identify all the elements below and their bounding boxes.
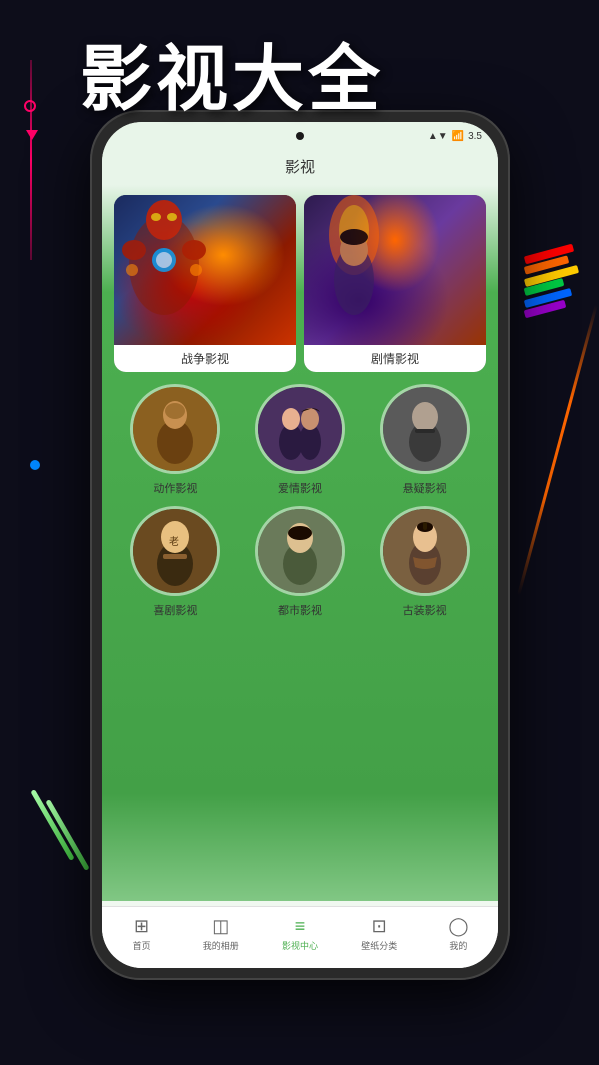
drama-card-label: 剧情影视 [304, 345, 486, 372]
suspense-image [383, 387, 467, 471]
phone-screen: ▲▼ 📶 3.5 影视 [102, 122, 498, 968]
nav-mine[interactable]: ◯ 我的 [419, 916, 498, 952]
city-image [258, 509, 342, 593]
comedy-label: 喜剧影视 [153, 602, 197, 618]
category-ancient[interactable]: 古装影视 [367, 506, 482, 618]
nav-video-center[interactable]: ≡ 影视中心 [260, 916, 339, 952]
signal-icon: ▲▼ [428, 131, 448, 142]
war-card-image [114, 195, 296, 345]
svg-text:老: 老 [169, 535, 179, 548]
category-comedy[interactable]: 老 喜剧影视 [118, 506, 233, 618]
drama-card-image [304, 195, 486, 345]
action-image [133, 387, 217, 471]
video-center-label: 影视中心 [282, 939, 318, 952]
action-label: 动作影视 [153, 480, 197, 496]
wallpaper-label: 壁纸分类 [361, 939, 397, 952]
suspense-label: 悬疑影视 [403, 480, 447, 496]
deco-color-stripes [524, 250, 579, 313]
mine-label: 我的 [449, 939, 467, 952]
romance-label: 爱情影视 [278, 480, 322, 496]
deco-circle-left [24, 100, 36, 112]
deco-dot-left [30, 460, 40, 470]
app-header: 影视 [102, 150, 498, 185]
romance-circle [255, 384, 345, 474]
comedy-circle: 老 [130, 506, 220, 596]
drama-label-text: 剧情影视 [371, 352, 419, 366]
category-romance[interactable]: 爱情影视 [243, 384, 358, 496]
ancient-label: 古装影视 [403, 602, 447, 618]
ironman-figure [114, 195, 296, 345]
wallpaper-icon: ⊡ [372, 916, 387, 937]
album-label: 我的相册 [203, 939, 239, 952]
mine-icon: ◯ [448, 916, 468, 937]
content-area: 战争影视 [102, 185, 498, 901]
deco-line-left [30, 60, 32, 260]
nav-album[interactable]: ◫ 我的相册 [181, 916, 260, 952]
home-icon: ⊞ [134, 916, 149, 937]
city-circle [255, 506, 345, 596]
ancient-image [383, 509, 467, 593]
comedy-image: 老 [133, 509, 217, 593]
deco-triangle [26, 130, 38, 140]
home-label: 首页 [133, 939, 151, 952]
drama-movies-card[interactable]: 剧情影视 [304, 195, 486, 372]
city-label: 都市影视 [278, 602, 322, 618]
romance-image [258, 387, 342, 471]
bottom-nav: ⊞ 首页 ◫ 我的相册 ≡ 影视中心 ⊡ 壁纸分类 ◯ 我的 [102, 906, 498, 968]
category-action[interactable]: 动作影视 [118, 384, 233, 496]
category-city[interactable]: 都市影视 [243, 506, 358, 618]
album-icon: ◫ [212, 916, 229, 937]
aladdin-figure [304, 195, 486, 345]
category-suspense[interactable]: 悬疑影视 [367, 384, 482, 496]
war-movies-card[interactable]: 战争影视 [114, 195, 296, 372]
video-center-icon: ≡ [295, 916, 306, 937]
action-circle [130, 384, 220, 474]
war-label-text: 战争影视 [181, 352, 229, 366]
war-card-label: 战争影视 [114, 345, 296, 372]
app-title: 影视 [285, 159, 315, 176]
wifi-icon: 📶 [452, 131, 464, 142]
nav-home[interactable]: ⊞ 首页 [102, 916, 181, 952]
status-icons: ▲▼ 📶 3.5 [428, 131, 482, 142]
battery-text: 3.5 [468, 131, 482, 142]
front-camera [296, 132, 304, 140]
featured-row: 战争影视 [114, 195, 486, 372]
nav-wallpaper[interactable]: ⊡ 壁纸分类 [340, 916, 419, 952]
main-title: 影视大全 [80, 20, 384, 125]
ancient-circle [380, 506, 470, 596]
category-grid: 动作影视 [114, 384, 486, 618]
phone-mockup: ▲▼ 📶 3.5 影视 [90, 110, 510, 980]
suspense-circle [380, 384, 470, 474]
